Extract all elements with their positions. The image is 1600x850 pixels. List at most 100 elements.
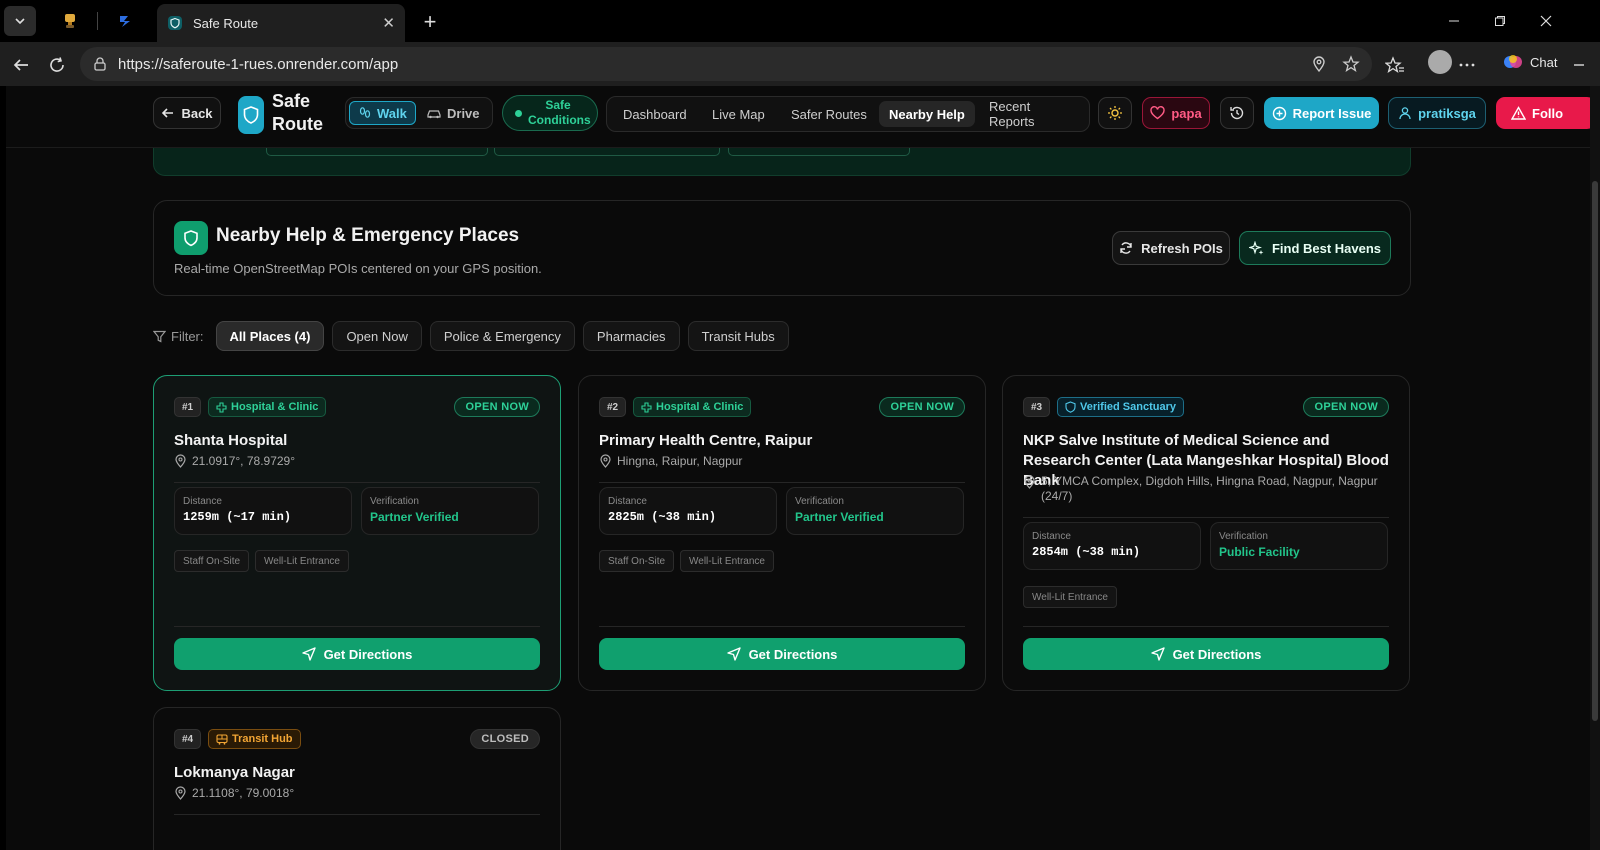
nav-live-map[interactable]: Live Map bbox=[702, 101, 775, 127]
distance-metric: Distance 2825m (~38 min) bbox=[599, 487, 777, 535]
nav-dashboard[interactable]: Dashboard bbox=[613, 101, 697, 127]
tab-actions-menu-button[interactable] bbox=[4, 6, 36, 36]
nearby-help-header-card: Nearby Help & Emergency Places Real-time… bbox=[153, 200, 1411, 296]
filter-all-places[interactable]: All Places (4) bbox=[215, 321, 325, 351]
shield-icon bbox=[184, 230, 198, 247]
close-window-button[interactable] bbox=[1534, 10, 1558, 32]
theme-toggle-button[interactable] bbox=[1098, 97, 1132, 129]
restore-icon bbox=[1495, 16, 1505, 26]
history-icon bbox=[1230, 106, 1244, 120]
new-tab-button[interactable]: + bbox=[416, 8, 444, 36]
copilot-chat-button[interactable]: Chat bbox=[1502, 51, 1557, 73]
location-pin-icon[interactable] bbox=[1310, 55, 1328, 73]
place-name: Lokmanya Nagar bbox=[174, 764, 295, 781]
browser-tab-bar: Safe Route ✕ + bbox=[0, 0, 1600, 42]
profile-avatar[interactable] bbox=[1428, 50, 1452, 74]
verification-metric: Verification Public Facility bbox=[1210, 522, 1388, 570]
filter-label: Filter: bbox=[171, 328, 204, 344]
filter-open-now[interactable]: Open Now bbox=[332, 321, 422, 351]
verification-label: Verification bbox=[370, 496, 419, 507]
app-logo-icon bbox=[120, 16, 130, 27]
star-icon[interactable] bbox=[1342, 55, 1360, 73]
minimize-sidebar-button[interactable] bbox=[1568, 54, 1590, 76]
tab-title: Safe Route bbox=[193, 15, 259, 31]
site-info-icon bbox=[94, 57, 106, 71]
place-category: Verified Sanctuary bbox=[1080, 401, 1176, 413]
back-button[interactable]: Back bbox=[153, 97, 221, 129]
footprints-icon bbox=[359, 107, 371, 118]
verification-value: Public Facility bbox=[1219, 545, 1300, 559]
filter-transit-hubs[interactable]: Transit Hubs bbox=[687, 321, 789, 351]
favorites-button[interactable] bbox=[1384, 54, 1406, 76]
verification-label: Verification bbox=[795, 496, 844, 507]
place-category-badge: Hospital & Clinic bbox=[633, 397, 752, 417]
active-tab[interactable]: Safe Route ✕ bbox=[157, 4, 405, 42]
place-address: 21.1108°, 79.0018° bbox=[192, 786, 295, 800]
address-toolbar: https://saferoute-1-rues.onrender.com/ap… bbox=[0, 42, 1600, 86]
place-card[interactable]: #4 Transit Hub CLOSED Lokmanya Nagar 21.… bbox=[153, 707, 561, 850]
back-label: Back bbox=[181, 105, 213, 121]
place-category: Transit Hub bbox=[232, 733, 293, 745]
page-scrollbar[interactable] bbox=[1590, 86, 1600, 850]
minus-icon bbox=[1574, 64, 1584, 66]
close-tab-icon[interactable]: ✕ bbox=[382, 14, 395, 32]
reload-button[interactable] bbox=[44, 52, 70, 78]
car-icon bbox=[427, 110, 441, 119]
find-best-havens-button[interactable]: Find Best Havens bbox=[1239, 231, 1391, 265]
scrollbar-thumb[interactable] bbox=[1592, 181, 1598, 721]
restore-button[interactable] bbox=[1488, 10, 1512, 32]
nav-safer-routes[interactable]: Safer Routes bbox=[781, 101, 877, 127]
url-text: https://saferoute-1-rues.onrender.com/ap… bbox=[118, 55, 399, 73]
minimize-button[interactable] bbox=[1442, 10, 1466, 32]
brand-logo bbox=[238, 96, 264, 134]
pinned-tab-2[interactable] bbox=[114, 9, 138, 33]
refresh-pois-button[interactable]: Refresh POIs bbox=[1112, 231, 1230, 265]
sun-icon bbox=[1108, 106, 1122, 120]
filter-police-emergency[interactable]: Police & Emergency bbox=[429, 321, 575, 351]
mode-walk[interactable]: Walk bbox=[349, 101, 416, 125]
reload-icon bbox=[50, 57, 64, 72]
distance-metric: Distance 2854m (~38 min) bbox=[1023, 522, 1201, 570]
report-issue-button[interactable]: Report Issue bbox=[1264, 97, 1379, 129]
get-directions-button[interactable]: Get Directions bbox=[1023, 638, 1389, 670]
distance-label: Distance bbox=[1032, 531, 1071, 542]
pinned-tab-1[interactable] bbox=[58, 9, 82, 33]
get-directions-button[interactable]: Get Directions bbox=[599, 638, 965, 670]
trusted-contact-button[interactable]: papa bbox=[1142, 97, 1210, 129]
history-button[interactable] bbox=[1220, 97, 1254, 129]
filter-funnel-icon bbox=[153, 330, 166, 342]
open-status-badge: OPEN NOW bbox=[1303, 397, 1389, 417]
follow-me-button[interactable]: Follo bbox=[1496, 97, 1592, 129]
bus-icon bbox=[216, 733, 228, 745]
place-category-badge: Hospital & Clinic bbox=[208, 397, 327, 417]
divider bbox=[174, 482, 540, 483]
nav-recent-reports[interactable]: Recent Reports bbox=[979, 99, 1089, 129]
place-card[interactable]: #3 Verified Sanctuary OPEN NOW NKP Salve… bbox=[1002, 375, 1410, 691]
address-bar[interactable]: https://saferoute-1-rues.onrender.com/ap… bbox=[80, 47, 1372, 81]
minimize-icon bbox=[1449, 20, 1459, 22]
open-status-badge: OPEN NOW bbox=[879, 397, 965, 417]
user-icon bbox=[1399, 107, 1411, 120]
distance-metric: Distance 1259m (~17 min) bbox=[174, 487, 352, 535]
user-menu-button[interactable]: pratiksga bbox=[1388, 97, 1486, 129]
contact-label: papa bbox=[1171, 105, 1202, 121]
open-status-badge: OPEN NOW bbox=[454, 397, 540, 417]
place-category-badge: Transit Hub bbox=[208, 729, 301, 749]
place-card[interactable]: #1 Hospital & Clinic OPEN NOW Shanta Hos… bbox=[153, 375, 561, 691]
verification-label: Verification bbox=[1219, 531, 1268, 542]
filter-pharmacies[interactable]: Pharmacies bbox=[582, 321, 680, 351]
place-category-badge: Verified Sanctuary bbox=[1057, 397, 1184, 417]
nav-nearby-help[interactable]: Nearby Help bbox=[879, 101, 975, 127]
directions-label: Get Directions bbox=[748, 646, 838, 662]
more-options-button[interactable] bbox=[1456, 54, 1478, 76]
mode-drive[interactable]: Drive bbox=[418, 101, 488, 125]
section-subtitle: Real-time OpenStreetMap POIs centered on… bbox=[174, 261, 542, 276]
get-directions-button[interactable]: Get Directions bbox=[174, 638, 540, 670]
plus-circle-icon bbox=[1272, 106, 1286, 120]
place-card[interactable]: #2 Hospital & Clinic OPEN NOW Primary He… bbox=[578, 375, 986, 691]
chevron-down-icon bbox=[15, 18, 25, 25]
map-pin-icon bbox=[600, 454, 611, 468]
back-nav-button[interactable] bbox=[8, 52, 34, 78]
place-name: Primary Health Centre, Raipur bbox=[599, 432, 813, 449]
amenity-tag: Staff On-Site bbox=[599, 550, 675, 572]
